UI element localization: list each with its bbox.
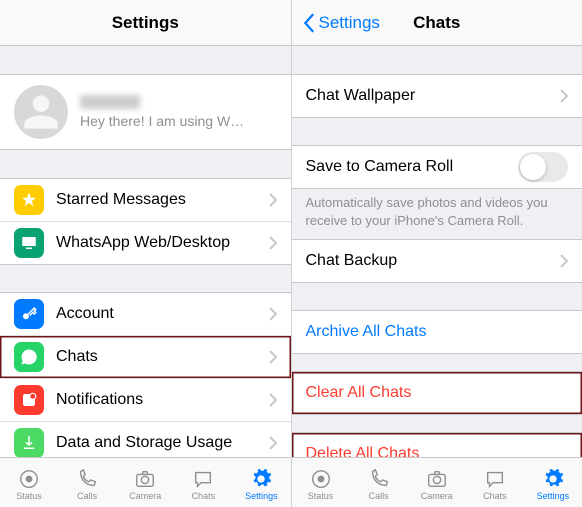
tab-camera[interactable]: Camera	[116, 458, 174, 507]
action-label: Delete All Chats	[306, 445, 420, 457]
tab-label: Calls	[77, 491, 97, 501]
chevron-right-icon	[269, 436, 277, 450]
action-label: Archive All Chats	[306, 323, 427, 341]
tab-status[interactable]: Status	[292, 458, 350, 507]
row-label: Notifications	[56, 391, 269, 409]
chat-backup-row[interactable]: Chat Backup	[292, 239, 582, 283]
tab-settings[interactable]: Settings	[232, 458, 290, 507]
tab-status[interactable]: Status	[0, 458, 58, 507]
tab-label: Calls	[369, 491, 389, 501]
avatar-icon	[14, 85, 68, 139]
tab-label: Chats	[192, 491, 216, 501]
tab-calls[interactable]: Calls	[58, 458, 116, 507]
data-icon	[14, 428, 44, 457]
tab-label: Camera	[421, 491, 453, 501]
tab-label: Settings	[245, 491, 278, 501]
star-icon	[14, 185, 44, 215]
archive-all-chats[interactable]: Archive All Chats	[292, 310, 582, 354]
tab-bar: Status Calls Camera Chats Settings	[0, 457, 291, 507]
row-label: Chats	[56, 348, 269, 366]
tab-label: Status	[308, 491, 334, 501]
tab-label: Settings	[537, 491, 570, 501]
tab-label: Camera	[129, 491, 161, 501]
profile-name	[80, 95, 140, 109]
notifications-icon	[14, 385, 44, 415]
row-label: Chat Backup	[306, 252, 561, 270]
notifications-row[interactable]: Notifications	[0, 378, 291, 422]
tab-label: Chats	[483, 491, 507, 501]
tab-bar: Status Calls Camera Chats Settings	[292, 457, 582, 507]
chevron-right-icon	[269, 307, 277, 321]
tab-calls[interactable]: Calls	[350, 458, 408, 507]
nav-title: Settings	[0, 13, 291, 33]
chevron-right-icon	[269, 350, 277, 364]
clear-all-chats[interactable]: Clear All Chats	[292, 371, 582, 415]
whatsapp-icon	[14, 342, 44, 372]
tab-camera[interactable]: Camera	[408, 458, 466, 507]
row-label: Data and Storage Usage	[56, 434, 269, 452]
tab-settings[interactable]: Settings	[524, 458, 582, 507]
nav-bar: Settings	[0, 0, 291, 46]
chevron-right-icon	[269, 236, 277, 250]
data-storage-row[interactable]: Data and Storage Usage	[0, 421, 291, 457]
profile-row[interactable]: Hey there! I am using W…	[0, 74, 291, 150]
chat-wallpaper-row[interactable]: Chat Wallpaper	[292, 74, 582, 118]
chevron-right-icon	[560, 254, 568, 268]
chevron-right-icon	[269, 393, 277, 407]
chats-row[interactable]: Chats	[0, 335, 291, 379]
desktop-icon	[14, 228, 44, 258]
account-row[interactable]: Account	[0, 292, 291, 336]
row-label: Starred Messages	[56, 191, 269, 209]
key-icon	[14, 299, 44, 329]
row-label: Save to Camera Roll	[306, 158, 519, 176]
tab-chats[interactable]: Chats	[174, 458, 232, 507]
row-label: Chat Wallpaper	[306, 87, 561, 105]
nav-bar: Settings Chats	[292, 0, 582, 46]
starred-messages-row[interactable]: Starred Messages	[0, 178, 291, 222]
chevron-right-icon	[269, 193, 277, 207]
nav-title: Chats	[292, 13, 582, 33]
camera-roll-row[interactable]: Save to Camera Roll	[292, 145, 582, 189]
whatsapp-web-row[interactable]: WhatsApp Web/Desktop	[0, 221, 291, 265]
camera-roll-toggle[interactable]	[518, 152, 568, 182]
profile-status: Hey there! I am using W…	[80, 113, 244, 129]
tab-label: Status	[16, 491, 42, 501]
settings-pane: Settings Hey there! I am using W… Starre…	[0, 0, 292, 507]
chevron-right-icon	[560, 89, 568, 103]
row-label: Account	[56, 305, 269, 323]
action-label: Clear All Chats	[306, 384, 412, 402]
row-label: WhatsApp Web/Desktop	[56, 234, 269, 252]
camera-roll-note: Automatically save photos and videos you…	[292, 188, 582, 239]
delete-all-chats[interactable]: Delete All Chats	[292, 432, 582, 457]
chats-settings-pane: Settings Chats Chat Wallpaper Save to Ca…	[292, 0, 582, 507]
tab-chats[interactable]: Chats	[466, 458, 524, 507]
